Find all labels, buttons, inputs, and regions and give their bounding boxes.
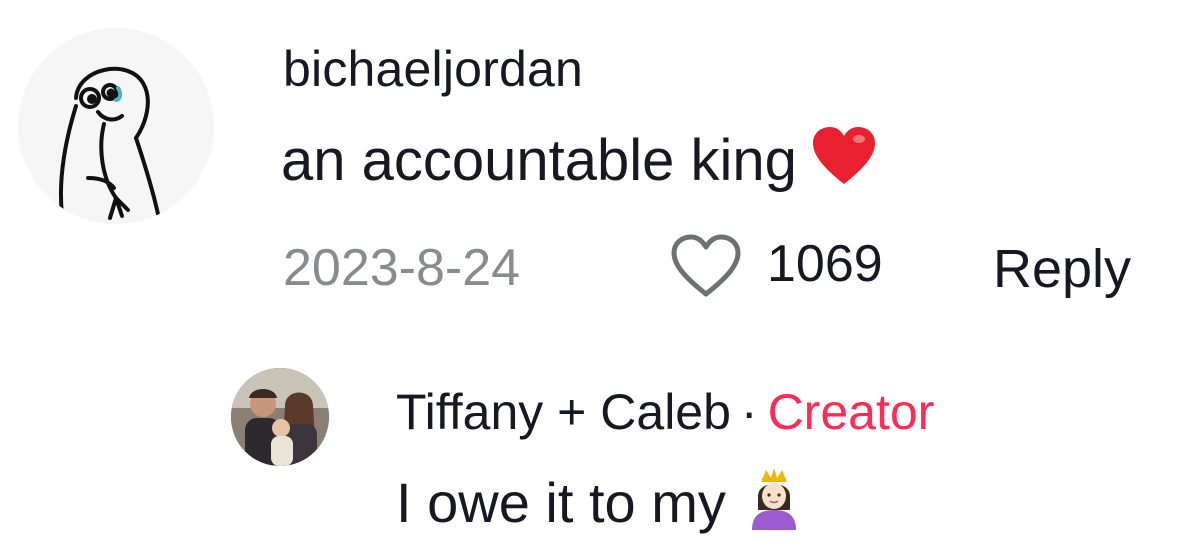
comment-date: 2023-8-24 — [283, 239, 521, 297]
reply-text-content: I owe it to my — [396, 471, 726, 534]
family-photo-icon — [231, 368, 329, 466]
comment-meta: 2023-8-24 1069 Reply — [283, 232, 1163, 302]
reply-button[interactable]: Reply — [993, 238, 1131, 300]
comment: bichaeljordan an accountable king 2023-8… — [0, 0, 1200, 320]
reply-username[interactable]: Tiffany + Caleb — [396, 384, 731, 440]
reply-text: I owe it to my — [396, 466, 804, 543]
doodle-avatar-icon — [18, 28, 214, 224]
creator-badge: Creator — [767, 384, 935, 440]
heart-outline-icon[interactable] — [669, 234, 743, 298]
red-heart-icon — [811, 126, 877, 200]
comment-text: an accountable king — [281, 126, 877, 200]
like-count: 1069 — [767, 235, 883, 293]
avatar[interactable] — [231, 368, 329, 466]
avatar[interactable] — [18, 28, 214, 224]
comment-text-content: an accountable king — [281, 128, 797, 193]
princess-icon — [744, 466, 804, 543]
reply-username-line: Tiffany + Caleb · Creator — [396, 383, 934, 441]
separator-dot: · — [740, 384, 758, 440]
comment-username[interactable]: bichaeljordan — [283, 40, 583, 98]
